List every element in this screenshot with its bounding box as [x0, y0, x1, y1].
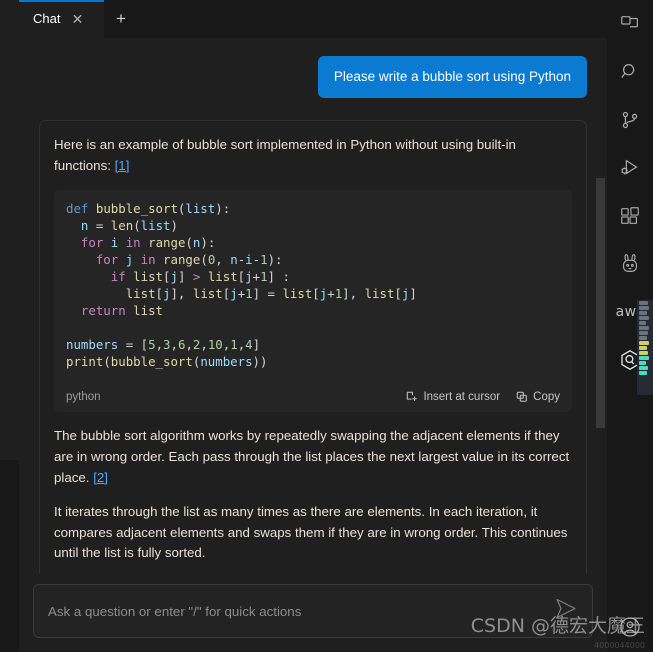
close-icon[interactable]: ✕ [68, 10, 86, 28]
user-message-bubble: Please write a bubble sort using Python [317, 56, 587, 99]
minimap-row [639, 336, 647, 340]
code-content[interactable]: def bubble_sort(list): n = len(list) for… [54, 190, 572, 382]
send-icon[interactable] [554, 597, 578, 626]
tab-bar-filler [137, 0, 607, 38]
editor-edge-upper [0, 0, 19, 460]
app-window: Chat ✕ + Please write a bubble sort usin… [0, 0, 653, 652]
editor-left-edge [0, 0, 19, 652]
chat-scroll-area[interactable]: Please write a bubble sort using Python … [19, 38, 607, 574]
chat-input-box[interactable]: Ask a question or enter "/" for quick ac… [33, 584, 593, 638]
copy-button[interactable]: Copy [516, 391, 560, 403]
chat-scrollbar[interactable] [596, 178, 605, 428]
new-tab-button[interactable]: + [105, 0, 137, 38]
rabbit-icon [622, 254, 638, 272]
search-icon [621, 64, 635, 78]
minimap-row [639, 341, 649, 345]
chat-messages: Please write a bubble sort using Python … [31, 38, 595, 574]
chat-input-area: Ask a question or enter "/" for quick ac… [19, 574, 607, 652]
explorer-files-icon [621, 16, 638, 28]
code-block-footer: python Insert at cursor Copy [54, 382, 572, 413]
tab-active-indicator [19, 0, 104, 2]
tab-bar: Chat ✕ + [19, 0, 607, 38]
assistant-paragraph-2-text: The bubble sort algorithm works by repea… [54, 428, 570, 485]
minimap-row [639, 356, 649, 360]
chat-input-placeholder: Ask a question or enter "/" for quick ac… [48, 603, 302, 619]
source-control-branch-icon [622, 111, 638, 129]
minimap-row [639, 331, 648, 335]
assistant-paragraph-3: It iterates through the list as many tim… [54, 504, 568, 561]
minimap-row [639, 301, 648, 305]
insert-at-cursor-button[interactable]: Insert at cursor [406, 391, 500, 403]
insert-at-cursor-icon [407, 392, 418, 402]
code-language-label: python [66, 391, 101, 404]
minimap-row [639, 326, 649, 330]
sidebar-item-explorer[interactable] [607, 0, 653, 48]
sidebar-item-source-control[interactable] [607, 96, 653, 144]
sidebar-item-run-debug[interactable] [607, 144, 653, 192]
citation-link-1[interactable]: [1] [115, 158, 130, 173]
minimap-row [639, 361, 646, 365]
minimap-row [639, 351, 648, 355]
plus-icon: + [116, 9, 126, 28]
assistant-message-card: Here is an example of bubble sort implem… [39, 120, 587, 574]
minimap-row [639, 316, 649, 320]
copy-icon [516, 392, 527, 403]
sidebar-item-search[interactable] [607, 48, 653, 96]
minimap-row [639, 306, 649, 310]
minimap-row [639, 366, 648, 370]
sidebar-item-extensions[interactable] [607, 192, 653, 240]
editor-minimap[interactable] [637, 300, 653, 395]
code-block: def bubble_sort(list): n = len(list) for… [54, 190, 572, 413]
insert-at-cursor-label: Insert at cursor [423, 391, 501, 404]
chat-panel: Chat ✕ + Please write a bubble sort usin… [19, 0, 607, 652]
editor-edge-lower [0, 460, 19, 652]
assistant-paragraph-2: The bubble sort algorithm works by repea… [54, 426, 572, 488]
user-message-row: Please write a bubble sort using Python [31, 38, 595, 99]
extensions-blocks-icon [621, 207, 639, 224]
run-and-debug-icon [621, 159, 638, 175]
sidebar-item-coderabbit[interactable] [607, 240, 653, 288]
account-circle-icon [620, 617, 640, 637]
tab-chat-label: Chat [33, 11, 61, 26]
minimap-row [639, 321, 646, 325]
minimap-row [639, 346, 647, 350]
tab-chat[interactable]: Chat ✕ [19, 0, 105, 38]
watermark-subtext: 4000044000 [594, 641, 645, 650]
assistant-intro-paragraph: Here is an example of bubble sort implem… [54, 135, 572, 176]
minimap-row [639, 311, 647, 315]
copy-label: Copy [533, 391, 560, 404]
citation-link-2[interactable]: [2] [93, 470, 108, 485]
minimap-row [639, 371, 647, 375]
